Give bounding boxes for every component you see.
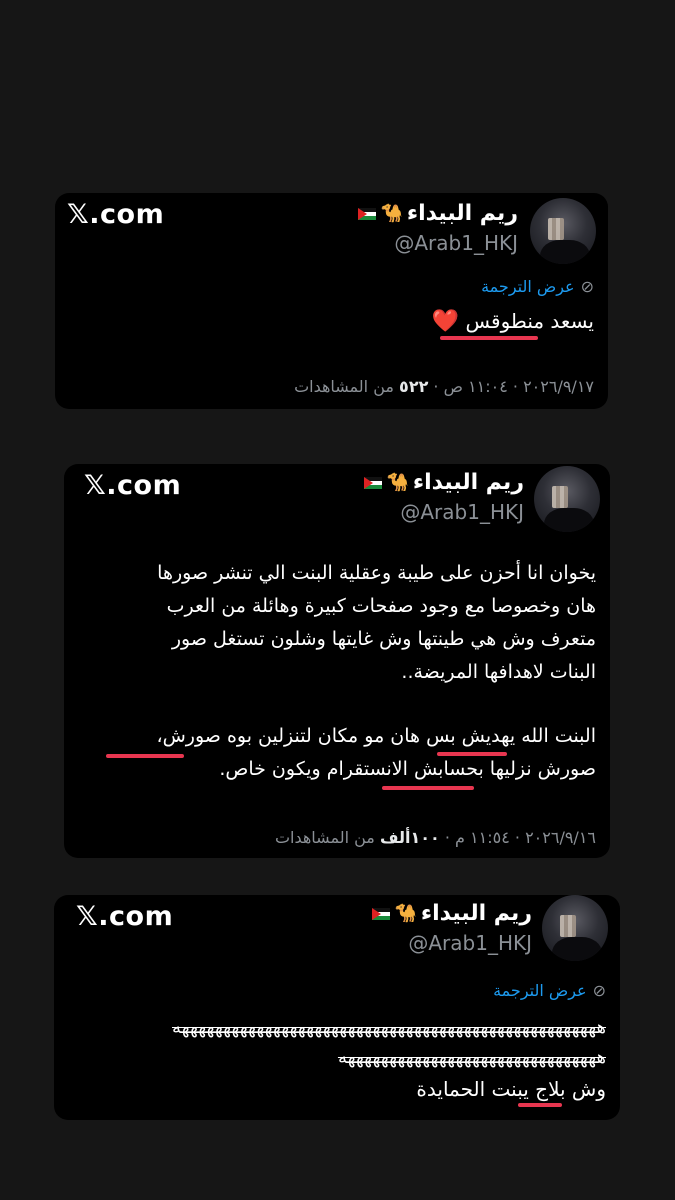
blur-mosaic	[560, 915, 576, 937]
jordan-flag-icon	[358, 207, 377, 220]
display-name: ريم البيداء	[420, 901, 532, 926]
tweet-line: البنات لاهدافها المريضة..	[401, 661, 596, 683]
tweet-card-2[interactable]: ريم البيداء 🐪 @Arab1_HKJ 𝕏.com يخوان انا…	[64, 464, 610, 858]
tweet-date: ٢٠٢٦/٩/١٧ · ١١:٠٤ ص ·	[428, 377, 594, 396]
tweet-line: يسعد منطوقس	[465, 309, 594, 333]
camel-emoji: 🐪	[386, 472, 409, 493]
blur-mosaic	[548, 218, 564, 240]
show-translation-label: عرض الترجمة	[493, 981, 587, 1000]
red-underline	[437, 752, 507, 756]
red-underline	[382, 786, 474, 790]
camel-emoji: 🐪	[394, 903, 417, 924]
jordan-flag-icon	[364, 476, 383, 489]
show-translation-label: عرض الترجمة	[481, 277, 575, 296]
views-label: من المشاهدات	[294, 377, 400, 396]
tweet-text: يخوان انا أحزن على طيبة وعقلية البنت الي…	[76, 562, 596, 802]
tweet-meta: ٢٠٢٦/٩/١٧ · ١١:٠٤ ص · ٥٢٢ من المشاهدات	[294, 377, 594, 396]
red-underline	[106, 754, 184, 758]
display-name: ريم البيداء	[412, 470, 524, 495]
display-name: ريم البيداء	[406, 201, 518, 226]
tweet-line: وش بلاج يبنت الحمايدة	[416, 1077, 606, 1101]
heart-emoji: ❤️	[431, 309, 460, 334]
display-name-row[interactable]: ريم البيداء 🐪	[358, 201, 518, 226]
globe-icon: ⊘	[580, 277, 594, 296]
show-translation-link[interactable]: ⊘ عرض الترجمة	[493, 981, 606, 1000]
tweet-card-1[interactable]: ريم البيداء 🐪 @Arab1_HKJ 𝕏.com ⊘ عرض الت…	[55, 193, 608, 409]
view-count: ٥٢٢	[399, 377, 429, 396]
handle[interactable]: @Arab1_HKJ	[394, 231, 518, 255]
handle[interactable]: @Arab1_HKJ	[408, 931, 532, 955]
red-underline	[440, 336, 538, 340]
tweet-text: هههههههههههههههههههههههههههههههههههههههه…	[70, 1017, 606, 1117]
show-translation-link[interactable]: ⊘ عرض الترجمة	[481, 277, 594, 296]
jordan-flag-icon	[372, 907, 391, 920]
tweet-line: هان وخصوصا مع وجود صفحات كبيرة وهائلة من…	[166, 595, 596, 617]
handle[interactable]: @Arab1_HKJ	[400, 500, 524, 524]
display-name-row[interactable]: ريم البيداء 🐪	[364, 470, 524, 495]
blur-mosaic	[552, 486, 568, 508]
tweet-line: صورش نزليها بحسابش الانستقرام ويكون خاص.	[219, 758, 596, 780]
globe-icon: ⊘	[592, 981, 606, 1000]
avatar[interactable]	[534, 466, 600, 532]
tweet-line: يخوان انا أحزن على طيبة وعقلية البنت الي…	[157, 562, 596, 584]
x-logo: 𝕏.com	[67, 199, 165, 230]
tweet-line: متعرف وش هي طينتها وش غايتها وشلون تستغل…	[171, 628, 596, 650]
views-label: من المشاهدات	[274, 828, 380, 847]
camel-emoji: 🐪	[380, 203, 403, 224]
red-underline	[518, 1103, 562, 1107]
view-count: ١٠٠ألف	[379, 828, 440, 847]
tweet-line: هههههههههههههههههههههههههههههههه	[337, 1047, 606, 1068]
tweet-line: البنت الله يهديش بس هان مو مكان لتنزلين …	[156, 725, 596, 747]
tweet-meta: ٢٠٢٦/٩/١٦ · ١١:٥٤ م · ١٠٠ألف من المشاهدا…	[275, 828, 596, 847]
tweet-card-3[interactable]: ريم البيداء 🐪 @Arab1_HKJ 𝕏.com ⊘ عرض الت…	[54, 895, 620, 1120]
tweet-line: هههههههههههههههههههههههههههههههههههههههه…	[172, 1017, 606, 1038]
x-logo: 𝕏.com	[84, 470, 182, 501]
tweet-date: ٢٠٢٦/٩/١٦ · ١١:٥٤ م ·	[439, 828, 596, 847]
avatar[interactable]	[542, 895, 608, 961]
display-name-row[interactable]: ريم البيداء 🐪	[372, 901, 532, 926]
avatar[interactable]	[530, 198, 596, 264]
x-logo: 𝕏.com	[76, 901, 174, 932]
